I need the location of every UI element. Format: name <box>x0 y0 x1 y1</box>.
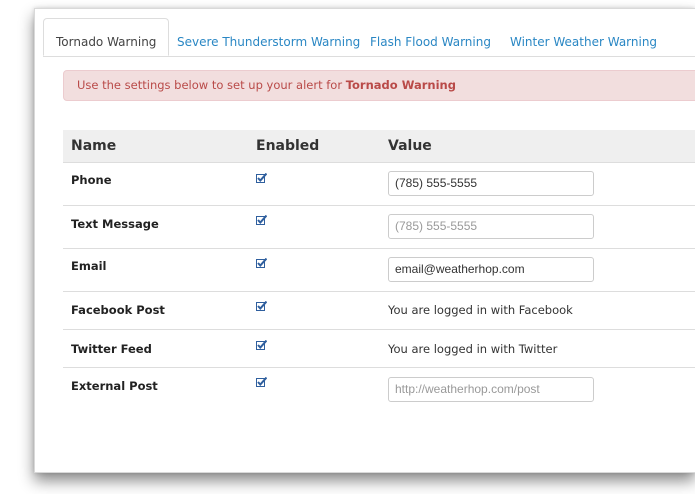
checkbox-checked-icon[interactable] <box>256 377 267 388</box>
channel-name-facebook-post: Facebook Post <box>71 303 165 317</box>
channel-name-phone: Phone <box>71 173 112 187</box>
alert-type-tabs: Tornado Warning Severe Thunderstorm Warn… <box>43 18 695 57</box>
table-row-email: Email email@weatherhop.com <box>63 249 695 292</box>
column-header-enabled: Enabled <box>256 138 320 154</box>
text-message-input[interactable]: (785) 555-5555 <box>388 214 594 239</box>
table-header: Name Enabled Value <box>63 130 695 163</box>
table-row-phone: Phone (785) 555-5555 <box>63 163 695 206</box>
tab-winter-weather-warning[interactable]: Winter Weather Warning <box>510 18 657 56</box>
external-post-input[interactable]: http://weatherhop.com/post <box>388 377 594 402</box>
alert-message-prefix: Use the settings below to set up your al… <box>77 78 346 92</box>
channel-name-email: Email <box>71 259 107 273</box>
channel-name-twitter-feed: Twitter Feed <box>71 342 152 356</box>
channel-name-external-post: External Post <box>71 379 158 393</box>
tab-flash-flood-warning[interactable]: Flash Flood Warning <box>370 18 491 56</box>
table-row-facebook-post: Facebook Post You are logged in with Fac… <box>63 292 695 330</box>
column-header-name: Name <box>71 138 117 154</box>
checkbox-checked-icon[interactable] <box>256 258 267 269</box>
alert-settings-message: Use the settings below to set up your al… <box>63 70 695 101</box>
alert-message-alert-name: Tornado Warning <box>345 78 456 92</box>
tab-severe-thunderstorm-warning[interactable]: Severe Thunderstorm Warning <box>177 18 360 56</box>
checkbox-checked-icon[interactable] <box>256 301 267 312</box>
checkbox-checked-icon[interactable] <box>256 215 267 226</box>
table-row-external-post: External Post http://weatherhop.com/post <box>63 368 695 410</box>
email-input[interactable]: email@weatherhop.com <box>388 257 594 282</box>
alert-settings-panel: Tornado Warning Severe Thunderstorm Warn… <box>34 8 695 473</box>
twitter-login-status: You are logged in with Twitter <box>388 342 558 356</box>
table-row-text-message: Text Message (785) 555-5555 <box>63 206 695 249</box>
checkbox-checked-icon[interactable] <box>256 173 267 184</box>
tab-tornado-warning[interactable]: Tornado Warning <box>43 18 170 56</box>
table-row-twitter-feed: Twitter Feed You are logged in with Twit… <box>63 330 695 368</box>
checkbox-checked-icon[interactable] <box>256 340 267 351</box>
channel-name-text-message: Text Message <box>71 217 159 231</box>
phone-input[interactable]: (785) 555-5555 <box>388 171 594 196</box>
alert-channels-table: Name Enabled Value Phone (785) 555-5555 … <box>63 130 695 410</box>
facebook-login-status: You are logged in with Facebook <box>388 303 573 317</box>
column-header-value: Value <box>388 138 432 154</box>
